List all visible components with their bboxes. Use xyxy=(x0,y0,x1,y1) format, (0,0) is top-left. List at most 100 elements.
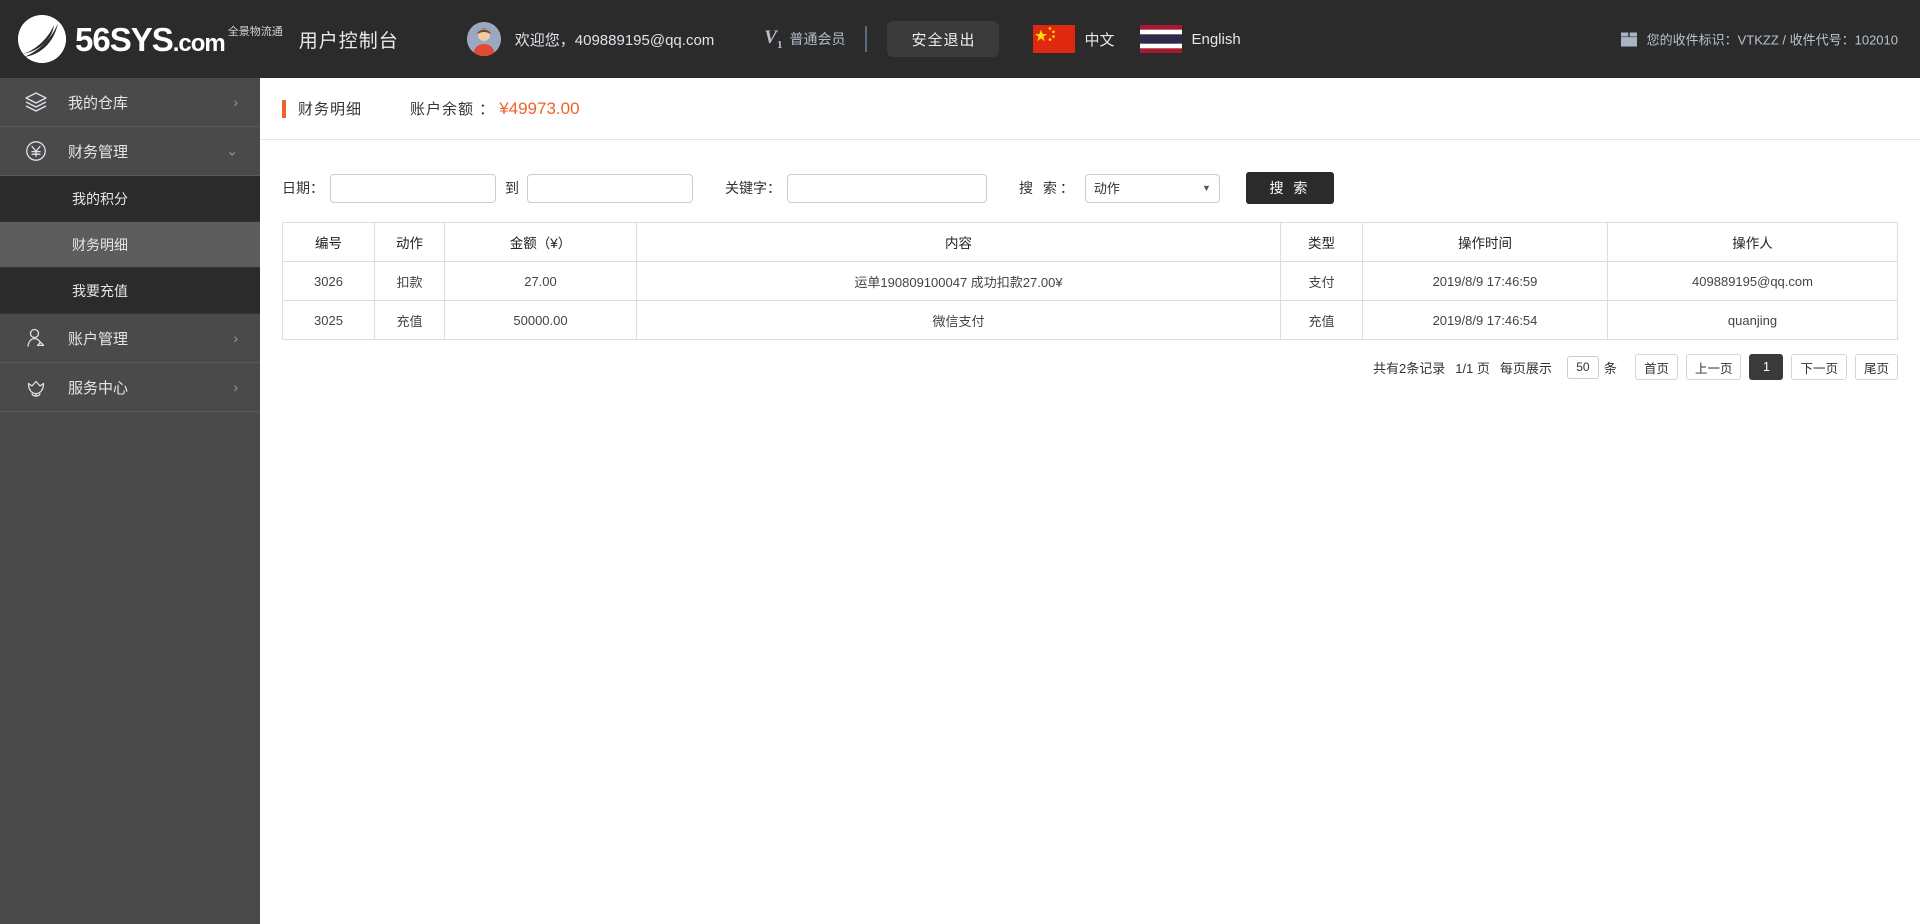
chevron-down-icon: ⌄ xyxy=(226,142,238,159)
logout-button[interactable]: 安全退出 xyxy=(887,21,1000,57)
page-header: 财务明细 账户余额 ： ¥49973.00 xyxy=(260,78,1920,140)
sidebar-item-label-service: 服务中心 xyxy=(68,379,129,397)
cell-id: 3025 xyxy=(282,300,375,340)
receiver-info-text: 您的收件标识：VTKZZ / 收件代号：102010 xyxy=(1646,32,1898,48)
member-level-badge: V1 xyxy=(764,27,782,51)
cell-action: 充值 xyxy=(374,300,445,340)
main-content: 财务明细 账户余额 ： ¥49973.00 日期： 到 关键字： 搜 索： 动作… xyxy=(260,78,1920,924)
sidebar-item-finance[interactable]: 财务管理 ⌄ xyxy=(0,127,260,176)
yen-circle-icon xyxy=(22,139,50,163)
welcome-text: 欢迎您，409889195@qq.com xyxy=(514,31,715,49)
sidebar-item-label-account: 账户管理 xyxy=(68,330,129,348)
balance-label: 账户余额 ： xyxy=(410,101,496,118)
header-divider xyxy=(865,26,868,52)
column-header-action: 动作 xyxy=(374,222,445,262)
sidebar: 我的仓库 › 财务管理 ⌄ 我的积分 财务明细 我要充值 账户管理 › 服务中心… xyxy=(0,78,260,924)
date-to-label: 到 xyxy=(505,180,519,196)
search-select-label: 搜 索： xyxy=(1019,180,1077,196)
avatar-icon xyxy=(466,22,501,56)
balance-value: ¥49973.00 xyxy=(499,98,580,118)
logo-main-text: 56SYS xyxy=(75,20,174,58)
sidebar-item-service[interactable]: 服务中心 › xyxy=(0,363,260,412)
pagination-per-page-label: 每页展示 xyxy=(1499,360,1552,376)
search-select[interactable]: 动作 xyxy=(1084,173,1220,203)
top-bar: 56SYS .com 全景物流通 用户控制台 欢迎您，409889195@qq.c… xyxy=(0,0,1920,78)
brand-logo[interactable]: 56SYS .com 全景物流通 用户控制台 xyxy=(18,15,399,63)
date-from-input[interactable] xyxy=(330,173,496,203)
sidebar-subitem-label-finance-detail: 财务明细 xyxy=(72,236,128,253)
cell-id: 3026 xyxy=(282,261,375,301)
pagination: 共有2条记录 1/1 页 每页展示 条 首页 上一页 1 下一页 尾页 xyxy=(260,340,1920,380)
sidebar-item-warehouse[interactable]: 我的仓库 › xyxy=(0,78,260,127)
table-body: 3026 扣款 27.00 运单190809100047 成功扣款27.00¥ … xyxy=(282,261,1898,340)
user-icon xyxy=(22,326,50,350)
keyword-input[interactable] xyxy=(787,173,987,203)
sidebar-subitem-finance-detail[interactable]: 财务明细 xyxy=(0,222,260,268)
cell-operator: 409889195@qq.com xyxy=(1607,261,1898,301)
logo-dotcom-text: .com xyxy=(172,29,226,57)
table-header-row: 编号 动作 金额（¥） 内容 类型 操作时间 操作人 xyxy=(282,222,1898,262)
cell-content: 运单190809100047 成功扣款27.00¥ xyxy=(636,261,1281,301)
console-title: 用户控制台 xyxy=(298,30,399,52)
pagination-per-page-unit: 条 xyxy=(1603,360,1617,376)
cell-type: 充值 xyxy=(1280,300,1363,340)
china-flag-icon xyxy=(1033,25,1076,53)
sidebar-item-account[interactable]: 账户管理 › xyxy=(0,314,260,363)
pagination-page-1-button[interactable]: 1 xyxy=(1749,354,1784,380)
cell-content: 微信支付 xyxy=(636,300,1281,340)
sidebar-subitem-label-my-points: 我的积分 xyxy=(72,190,128,207)
table-row[interactable]: 3025 充值 50000.00 微信支付 充值 2019/8/9 17:46:… xyxy=(282,300,1898,340)
chevron-right-icon: › xyxy=(233,94,238,110)
sidebar-item-label-finance: 财务管理 xyxy=(68,143,129,161)
column-header-type: 类型 xyxy=(1280,222,1363,262)
pagination-total: 共有2条记录 xyxy=(1372,360,1446,376)
cell-operator: quanjing xyxy=(1607,300,1898,340)
search-button[interactable]: 搜 索 xyxy=(1245,172,1334,204)
flower-icon xyxy=(22,375,50,399)
cell-action: 扣款 xyxy=(374,261,445,301)
page-title-accent-bar xyxy=(282,99,286,118)
pagination-last-button[interactable]: 尾页 xyxy=(1854,354,1898,380)
pagination-first-button[interactable]: 首页 xyxy=(1634,354,1678,380)
page-title: 财务明细 xyxy=(298,101,363,118)
column-header-amount: 金额（¥） xyxy=(444,222,637,262)
pagination-next-button[interactable]: 下一页 xyxy=(1791,354,1847,380)
per-page-input[interactable] xyxy=(1566,355,1599,379)
column-header-content: 内容 xyxy=(636,222,1281,262)
sidebar-item-label-warehouse: 我的仓库 xyxy=(68,94,129,112)
layers-icon xyxy=(22,90,50,114)
language-label-en: English xyxy=(1191,30,1241,48)
cell-amount: 27.00 xyxy=(444,261,637,301)
avatar[interactable] xyxy=(466,22,501,56)
chevron-right-icon: › xyxy=(233,330,238,346)
finance-table: 编号 动作 金额（¥） 内容 类型 操作时间 操作人 3026 扣款 27.00… xyxy=(282,222,1898,340)
date-label: 日期： xyxy=(282,180,324,196)
receiver-info: 您的收件标识：VTKZZ / 收件代号：102010 xyxy=(1620,30,1898,49)
logo-chinese-text: 全景物流通 xyxy=(227,25,283,38)
package-icon xyxy=(1620,32,1637,46)
table-header: 编号 动作 金额（¥） 内容 类型 操作时间 操作人 xyxy=(282,222,1898,262)
swoosh-icon xyxy=(18,15,66,63)
chevron-right-icon: › xyxy=(233,379,238,395)
cell-amount: 50000.00 xyxy=(444,300,637,340)
table-row[interactable]: 3026 扣款 27.00 运单190809100047 成功扣款27.00¥ … xyxy=(282,261,1898,301)
column-header-id: 编号 xyxy=(282,222,375,262)
cell-type: 支付 xyxy=(1280,261,1363,301)
member-level-badge-letter: V xyxy=(764,27,777,49)
cell-time: 2019/8/9 17:46:59 xyxy=(1362,261,1608,301)
sidebar-subitem-recharge[interactable]: 我要充值 xyxy=(0,268,260,314)
language-label-cn: 中文 xyxy=(1084,31,1115,49)
cell-time: 2019/8/9 17:46:54 xyxy=(1362,300,1608,340)
filter-bar: 日期： 到 关键字： 搜 索： 动作 ▼ 搜 索 xyxy=(260,140,1920,214)
date-to-input[interactable] xyxy=(527,173,693,203)
logo-mark-icon xyxy=(18,15,66,63)
language-switch-cn[interactable]: 中文 xyxy=(1033,25,1114,53)
member-level-badge-number: 1 xyxy=(776,38,783,51)
table-container: 编号 动作 金额（¥） 内容 类型 操作时间 操作人 3026 扣款 27.00… xyxy=(260,214,1920,340)
language-switch-en[interactable]: English xyxy=(1140,25,1241,53)
sidebar-subitem-label-recharge: 我要充值 xyxy=(72,282,128,299)
pagination-prev-button[interactable]: 上一页 xyxy=(1685,354,1742,380)
sidebar-subitem-my-points[interactable]: 我的积分 xyxy=(0,176,260,222)
pagination-page: 1/1 页 xyxy=(1455,360,1490,376)
column-header-time: 操作时间 xyxy=(1362,222,1608,262)
